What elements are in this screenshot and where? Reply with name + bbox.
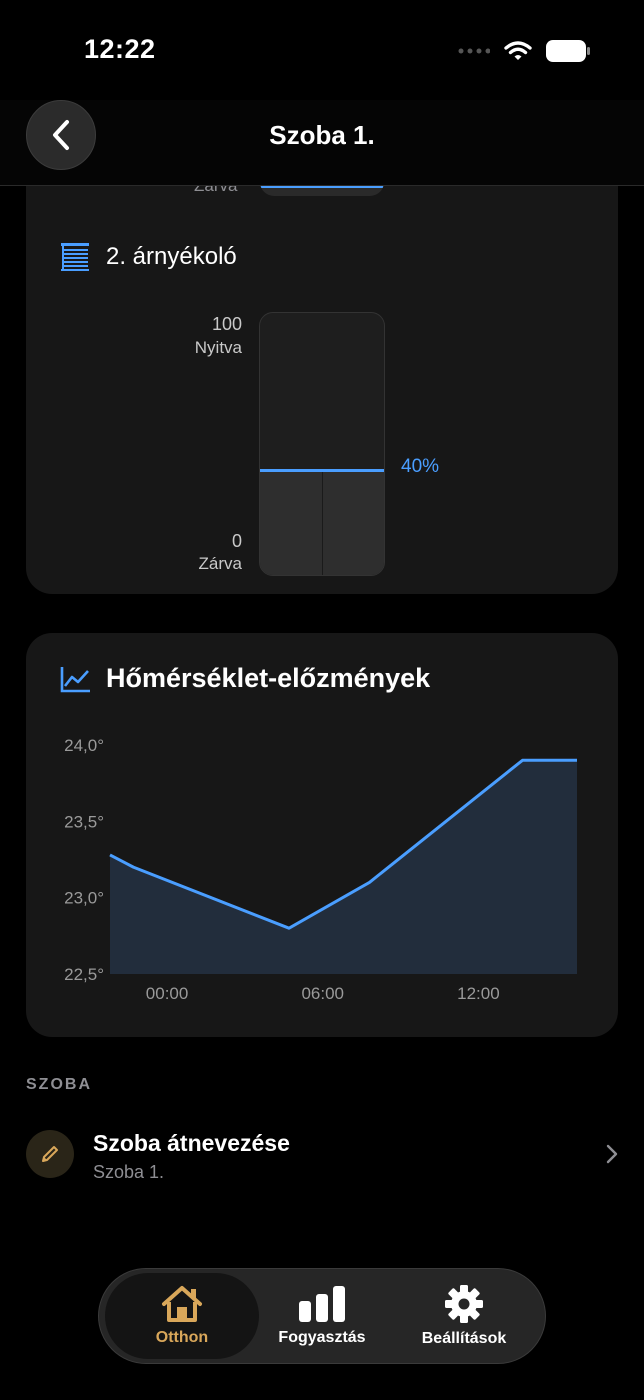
shade-title: 2. árnyékoló bbox=[106, 243, 237, 270]
shade-min-value: 0 bbox=[231, 531, 242, 551]
page-title: Szoba 1. bbox=[269, 120, 375, 150]
shade-position-slider[interactable] bbox=[259, 312, 385, 576]
shade-max-label: Nyitva bbox=[194, 338, 242, 357]
y-tick-label: 23,0° bbox=[64, 889, 104, 908]
tab-consumption[interactable]: Fogyasztás bbox=[245, 1273, 399, 1359]
cellular-signal-icon bbox=[458, 48, 490, 54]
house-icon bbox=[162, 1286, 202, 1322]
tab-bar: Otthon Fogyasztás Beállítások bbox=[98, 1268, 546, 1364]
shade-fill bbox=[260, 469, 384, 575]
shade-position-percent: 40% bbox=[401, 456, 440, 477]
tab-consumption-label: Fogyasztás bbox=[278, 1329, 366, 1346]
bar-chart-icon bbox=[299, 1286, 345, 1322]
x-tick-label: 12:00 bbox=[457, 984, 500, 1003]
pencil-icon bbox=[42, 1146, 58, 1162]
chevron-right-icon bbox=[606, 1144, 618, 1164]
rename-room-row[interactable]: Szoba átnevezése Szoba 1. bbox=[26, 1120, 618, 1192]
shade-position-line[interactable] bbox=[260, 469, 384, 472]
section-title: SZOBA bbox=[26, 1076, 92, 1093]
x-tick-label: 06:00 bbox=[301, 984, 344, 1003]
temperature-chart: 24,0° 23,5° 23,0° 22,5° 00:00 06:00 12:00 bbox=[64, 736, 577, 1003]
shade-max-value: 100 bbox=[211, 314, 242, 334]
pencil-icon-circle bbox=[26, 1130, 74, 1178]
wifi-icon bbox=[504, 41, 532, 60]
shade-card: Zárva 2. árnyékoló 100 Nyitva 0 Zárva 40… bbox=[26, 150, 618, 594]
battery-icon bbox=[546, 40, 590, 62]
rename-room-subtitle: Szoba 1. bbox=[93, 1162, 165, 1182]
shade-min-label: Zárva bbox=[198, 554, 242, 573]
y-tick-label: 23,5° bbox=[64, 812, 104, 831]
shade-header: 2. árnyékoló bbox=[60, 242, 237, 272]
navigation-bar: Szoba 1. bbox=[0, 100, 644, 186]
temperature-history-card: Hőmérséklet-előzmények 24,0° 23,5° 23,0° 22… bbox=[26, 633, 618, 1037]
gear-icon bbox=[445, 1285, 483, 1323]
status-icons bbox=[458, 40, 590, 62]
blinds-icon bbox=[61, 243, 89, 271]
tab-home[interactable]: Otthon bbox=[105, 1273, 259, 1359]
status-bar: 12:22 bbox=[0, 0, 644, 100]
y-tick-label: 24,0° bbox=[64, 736, 104, 755]
rename-room-title: Szoba átnevezése bbox=[93, 1130, 290, 1156]
x-tick-label: 00:00 bbox=[146, 984, 189, 1003]
tab-home-label: Otthon bbox=[155, 1329, 209, 1346]
status-time: 12:22 bbox=[84, 34, 156, 64]
temperature-area bbox=[110, 760, 577, 974]
y-tick-label: 22,5° bbox=[64, 965, 104, 984]
tab-settings-label: Beállítások bbox=[421, 1330, 507, 1347]
tab-settings[interactable]: Beállítások bbox=[387, 1273, 541, 1359]
